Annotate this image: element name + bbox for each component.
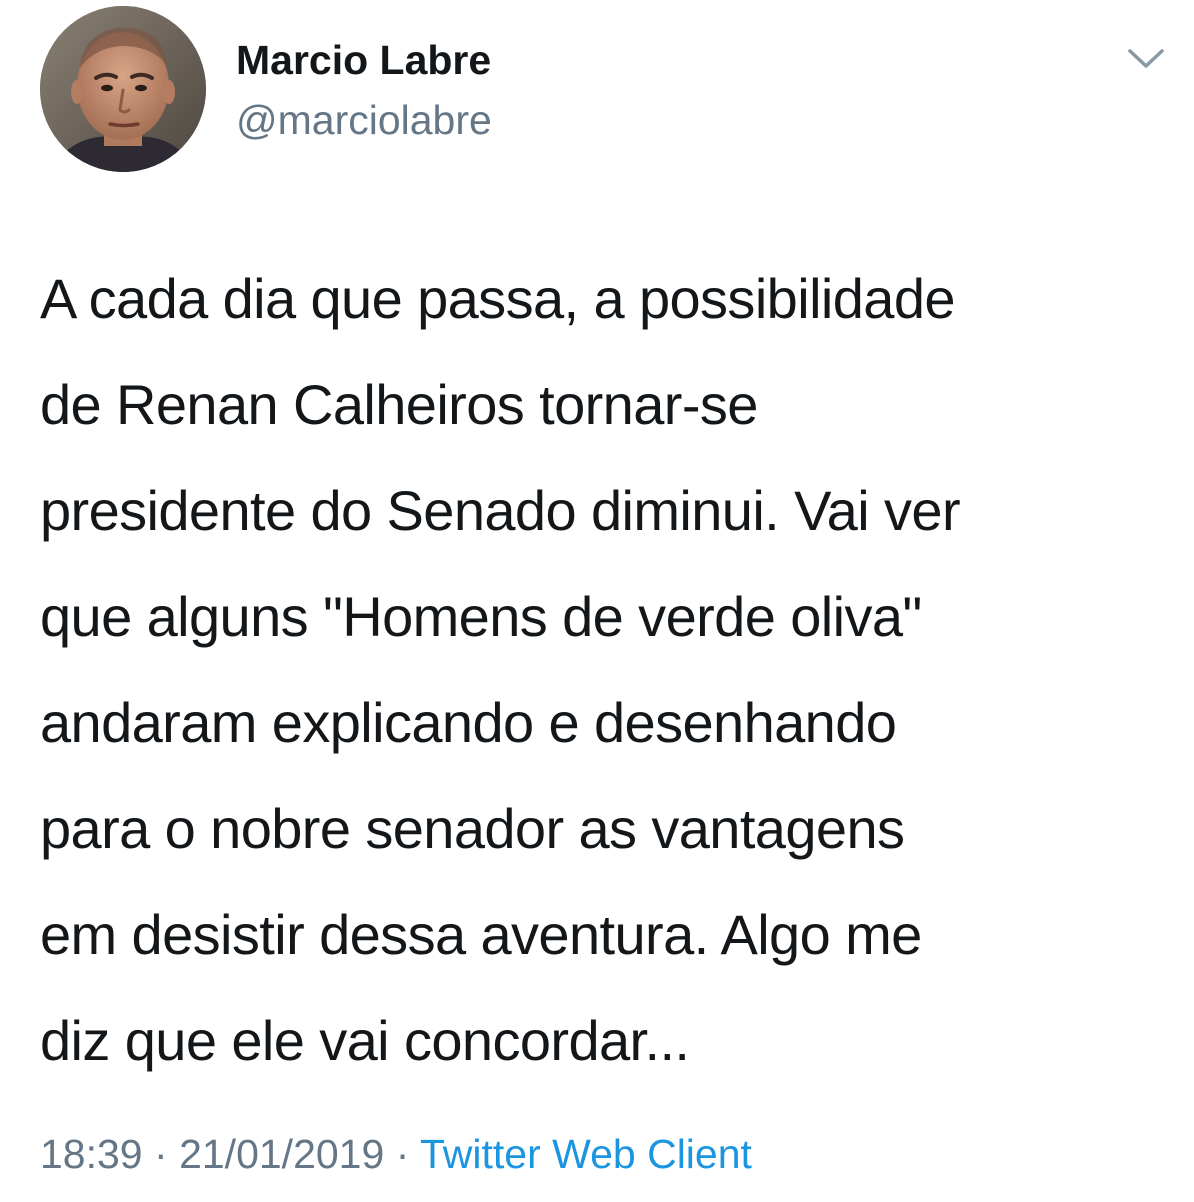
tweet-text-line: de Renan Calheiros tornar-se [40, 373, 758, 436]
tweet-time[interactable]: 18:39 [40, 1131, 143, 1177]
author-handle[interactable]: @marciolabre [236, 94, 492, 146]
chevron-down-icon[interactable] [1124, 44, 1168, 74]
meta-separator: · [395, 1131, 410, 1177]
tweet-text: A cada dia que passa, a possibilidade de… [40, 246, 1170, 1094]
tweet-text-line: que alguns "Homens de verde oliva" [40, 585, 922, 648]
author-block: Marcio Labre @marciolabre [236, 34, 492, 146]
author-display-name[interactable]: Marcio Labre [236, 34, 492, 86]
tweet-text-line: diz que ele vai concordar... [40, 1009, 690, 1072]
tweet-text-line: para o nobre senador as vantagens [40, 797, 905, 860]
avatar-image [40, 6, 206, 172]
tweet-date[interactable]: 21/01/2019 [179, 1131, 384, 1177]
avatar[interactable] [40, 6, 206, 172]
tweet: Marcio Labre @marciolabre A cada dia que… [0, 0, 1194, 1202]
tweet-text-line: presidente do Senado diminui. Vai ver [40, 479, 961, 542]
tweet-metadata: 18:39 · 21/01/2019 · Twitter Web Client [40, 1124, 752, 1184]
tweet-text-line: A cada dia que passa, a possibilidade [40, 267, 956, 330]
tweet-text-line: em desistir dessa aventura. Algo me [40, 903, 922, 966]
tweet-text-line: andaram explicando e desenhando [40, 691, 897, 754]
meta-separator: · [154, 1131, 168, 1177]
tweet-source-link[interactable]: Twitter Web Client [420, 1131, 752, 1177]
